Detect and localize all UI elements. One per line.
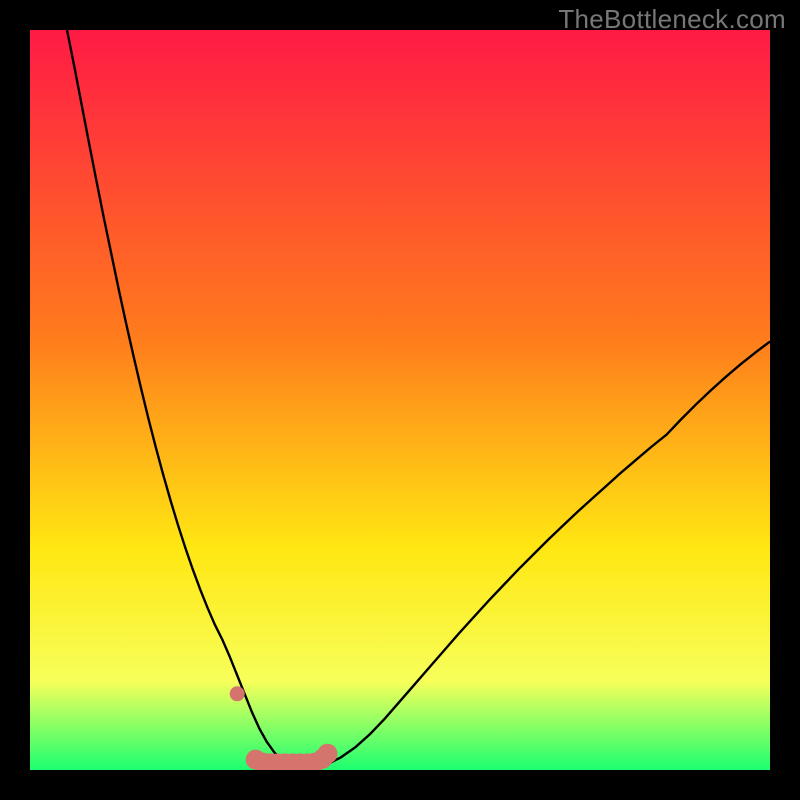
chart-svg	[30, 30, 770, 770]
gradient-background	[30, 30, 770, 770]
marker-dot	[230, 686, 245, 701]
watermark-text: TheBottleneck.com	[558, 4, 786, 35]
marker-dot	[317, 744, 337, 764]
plot-area	[30, 30, 770, 770]
chart-frame: TheBottleneck.com	[0, 0, 800, 800]
